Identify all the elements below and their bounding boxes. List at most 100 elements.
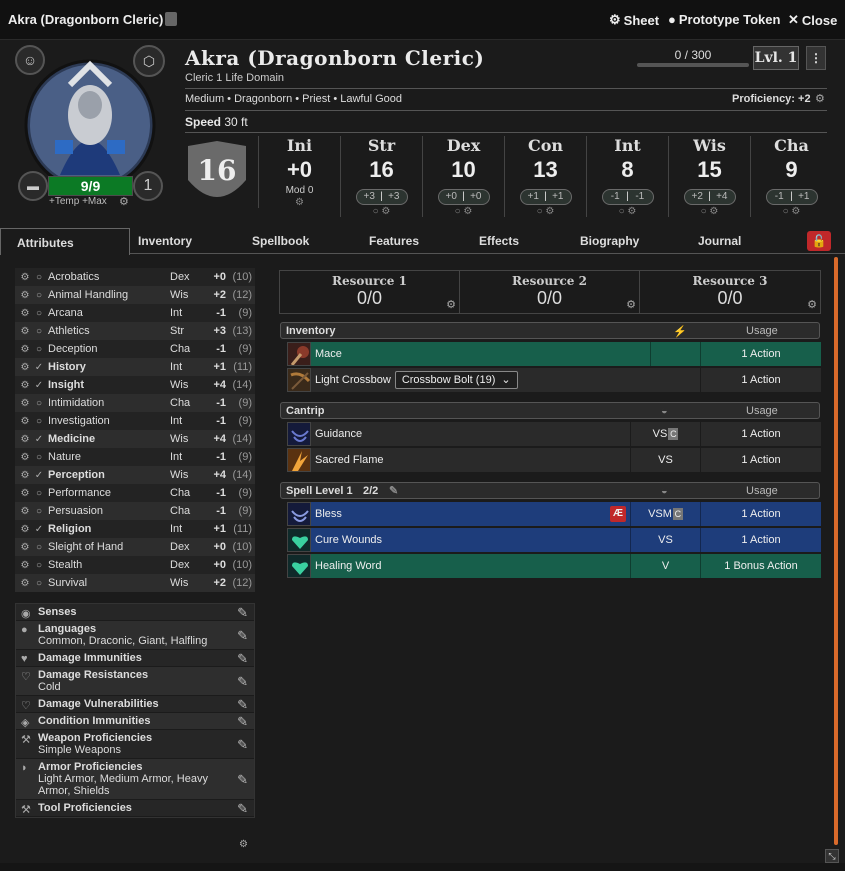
skill-row[interactable]: ⚙ ✓ Insight Wis +4 (14) <box>15 376 255 394</box>
skill-ability[interactable]: Int <box>170 451 196 463</box>
skill-ability[interactable]: Cha <box>170 343 196 355</box>
gear-icon[interactable]: ⚙ <box>18 308 32 319</box>
pencil-icon[interactable]: ✎ <box>237 714 248 730</box>
skill-ability[interactable]: Int <box>170 523 196 535</box>
skill-name[interactable]: Insight <box>46 379 170 391</box>
gear-icon[interactable]: ⚙ <box>259 197 340 208</box>
hp-settings-gear-icon[interactable]: ⚙ <box>119 195 129 208</box>
skill-row[interactable]: ⚙ ✓ Perception Wis +4 (14) <box>15 466 255 484</box>
skill-name[interactable]: Investigation <box>46 415 170 427</box>
temp-max-label[interactable]: +Temp +Max <box>49 196 107 207</box>
skill-name[interactable]: Deception <box>46 343 170 355</box>
mod-value[interactable]: 0 <box>308 185 314 196</box>
proficient-check-icon[interactable]: ✓ <box>32 470 46 481</box>
gear-icon[interactable]: ⚙ <box>18 506 32 517</box>
skill-name[interactable]: Animal Handling <box>46 289 170 301</box>
resize-handle-icon[interactable]: ⤡ <box>825 849 839 863</box>
skill-ability[interactable]: Str <box>170 325 196 337</box>
not-proficient-circle-icon[interactable]: ○ <box>32 344 46 355</box>
gear-icon[interactable]: ⚙ <box>18 434 32 445</box>
skill-name[interactable]: Acrobatics <box>46 271 170 283</box>
gear-icon[interactable]: ⚙ <box>18 380 32 391</box>
spell-row-bless[interactable]: Bless Æ VSM C 1 Action <box>287 502 821 526</box>
pencil-icon[interactable]: ✎ <box>237 772 248 788</box>
skill-row[interactable]: ⚙ ○ Persuasion Cha -1 (9) <box>15 502 255 520</box>
gear-icon[interactable]: ⚙ <box>18 578 32 589</box>
xp-value[interactable]: 0 / 300 <box>637 48 749 62</box>
proficiency-gear-icon[interactable]: ⚙ <box>815 92 825 105</box>
gear-icon[interactable]: ⚙ <box>626 298 636 311</box>
spell-row-healing-word[interactable]: Healing Word V 1 Bonus Action <box>287 554 821 578</box>
ability-score[interactable]: 13 <box>505 157 586 183</box>
ability-mod-save[interactable]: -1 | -1 <box>601 189 654 205</box>
skill-ability[interactable]: Wis <box>170 433 196 445</box>
item-row-light-crossbow[interactable]: Light Crossbow Crossbow Bolt (19) ⌄ 1 Act… <box>287 368 821 392</box>
spell-row-guidance[interactable]: Guidance VS C 1 Action <box>287 422 821 446</box>
ability-score[interactable]: 15 <box>669 157 750 183</box>
not-proficient-circle-icon[interactable]: ○ <box>32 398 46 409</box>
close-button[interactable]: ✕ Close <box>788 12 837 28</box>
tab-attributes[interactable]: Attributes <box>0 228 130 255</box>
save-prof-gear-icon[interactable]: ○ ⚙ <box>341 206 422 217</box>
item-row-mace[interactable]: Mace 1 Action <box>287 342 821 366</box>
gear-icon[interactable]: ⚙ <box>18 452 32 463</box>
skill-row[interactable]: ⚙ ○ Animal Handling Wis +2 (12) <box>15 286 255 304</box>
ammo-select[interactable]: Crossbow Bolt (19) ⌄ <box>394 371 518 389</box>
ability-mod-save[interactable]: +3 | +3 <box>355 189 408 205</box>
not-proficient-circle-icon[interactable]: ○ <box>32 272 46 283</box>
not-proficient-circle-icon[interactable]: ○ <box>32 578 46 589</box>
skill-name[interactable]: Survival <box>46 577 170 589</box>
more-menu-icon[interactable]: ⋮ <box>806 46 826 70</box>
skill-ability[interactable]: Wis <box>170 469 196 481</box>
gear-icon[interactable]: ⚙ <box>807 298 817 311</box>
ability-score[interactable]: 8 <box>587 157 668 183</box>
scrollbar[interactable] <box>834 257 838 845</box>
save-prof-gear-icon[interactable]: ○ ⚙ <box>669 206 750 217</box>
skill-ability[interactable]: Dex <box>170 559 196 571</box>
ability-mod-save[interactable]: -1 | +1 <box>765 189 818 205</box>
tab-features[interactable]: Features <box>369 234 419 248</box>
skill-ability[interactable]: Dex <box>170 541 196 553</box>
spell-row-sacred-flame[interactable]: Sacred Flame VS 1 Action <box>287 448 821 472</box>
not-proficient-circle-icon[interactable]: ○ <box>32 308 46 319</box>
speed-value[interactable]: 30 ft <box>224 115 247 129</box>
proficient-check-icon[interactable]: ✓ <box>32 434 46 445</box>
initiative-value[interactable]: +0 <box>259 157 340 183</box>
skill-row[interactable]: ⚙ ○ Acrobatics Dex +0 (10) <box>15 268 255 286</box>
inspiration-icon[interactable]: ☺ <box>15 45 45 75</box>
skill-ability[interactable]: Int <box>170 415 196 427</box>
skill-ability[interactable]: Int <box>170 361 196 373</box>
level-badge[interactable]: Lvl. 1 <box>753 46 799 70</box>
skill-name[interactable]: Religion <box>46 523 170 535</box>
skill-row[interactable]: ⚙ ○ Intimidation Cha -1 (9) <box>15 394 255 412</box>
skill-ability[interactable]: Wis <box>170 289 196 301</box>
rest-bed-icon[interactable]: ▬ <box>18 171 48 201</box>
skill-ability[interactable]: Cha <box>170 397 196 409</box>
save-prof-gear-icon[interactable]: ○ ⚙ <box>505 206 586 217</box>
skill-name[interactable]: Performance <box>46 487 170 499</box>
ability-score[interactable]: 16 <box>341 157 422 183</box>
gear-icon[interactable]: ⚙ <box>18 290 32 301</box>
hit-dice[interactable]: 1 <box>133 171 163 201</box>
pencil-icon[interactable]: ✎ <box>237 697 248 713</box>
not-proficient-circle-icon[interactable]: ○ <box>32 542 46 553</box>
ability-score[interactable]: 10 <box>423 157 504 183</box>
pencil-icon[interactable]: ✎ <box>237 674 248 690</box>
not-proficient-circle-icon[interactable]: ○ <box>32 488 46 499</box>
skill-row[interactable]: ⚙ ○ Survival Wis +2 (12) <box>15 574 255 592</box>
gear-icon[interactable]: ⚙ <box>18 326 32 337</box>
skill-name[interactable]: Intimidation <box>46 397 170 409</box>
proficient-check-icon[interactable]: ✓ <box>32 362 46 373</box>
gear-icon[interactable]: ⚙ <box>18 344 32 355</box>
skill-name[interactable]: Persuasion <box>46 505 170 517</box>
ability-score[interactable]: 9 <box>751 157 832 183</box>
skill-ability[interactable]: Wis <box>170 379 196 391</box>
tab-spellbook[interactable]: Spellbook <box>252 234 309 248</box>
pencil-icon[interactable]: ✎ <box>237 801 248 817</box>
skill-row[interactable]: ⚙ ○ Deception Cha -1 (9) <box>15 340 255 358</box>
skill-ability[interactable]: Cha <box>170 487 196 499</box>
skill-ability[interactable]: Wis <box>170 577 196 589</box>
resource-value[interactable]: 0/0 <box>640 288 820 309</box>
skill-name[interactable]: Arcana <box>46 307 170 319</box>
skill-row[interactable]: ⚙ ○ Stealth Dex +0 (10) <box>15 556 255 574</box>
